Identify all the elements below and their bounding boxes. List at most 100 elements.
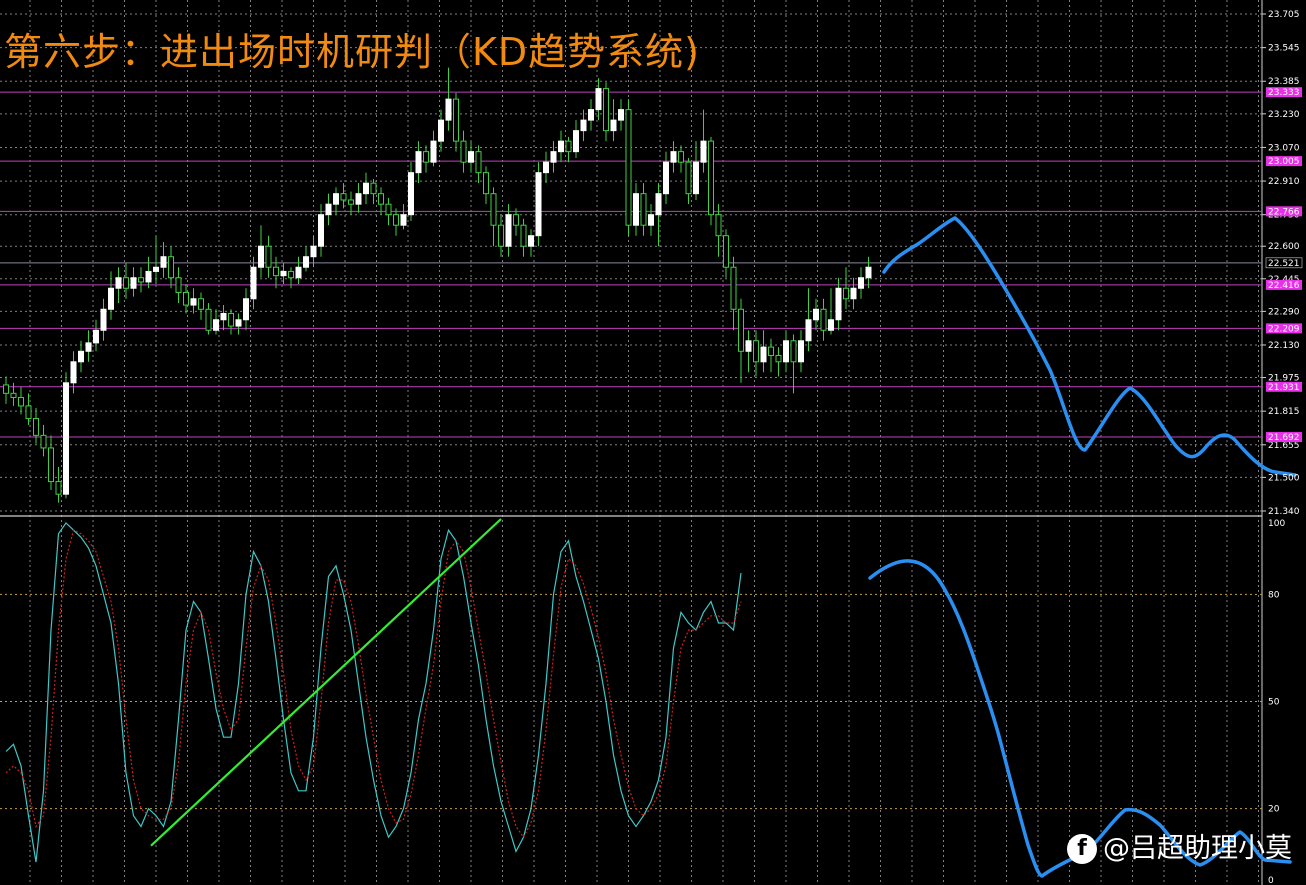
candle-body — [835, 287, 842, 321]
candle-body — [355, 193, 362, 205]
candle-body — [790, 340, 797, 363]
candle-body — [190, 298, 197, 306]
candle-body — [580, 119, 587, 132]
candle-body — [460, 140, 467, 163]
candle-body — [160, 256, 167, 268]
candle-body — [828, 319, 834, 331]
price-tick-label: 23.070 — [1268, 143, 1300, 153]
candle-body — [655, 193, 662, 216]
candle-body — [258, 245, 264, 268]
candle-body — [25, 405, 32, 420]
candle-body — [130, 277, 137, 289]
stochastic-tick-label: 100 — [1268, 519, 1285, 529]
candle-body — [603, 88, 609, 132]
chart-area: 23.705 23.545 23.385 23.230 23.070 22.910 22.7… — [0, 0, 1306, 885]
candle-body — [543, 161, 549, 174]
candle-body — [805, 319, 812, 342]
candle-body — [310, 245, 317, 258]
level-label: 23.005 — [1268, 157, 1300, 167]
candle-body — [753, 340, 759, 363]
candle-body — [93, 329, 99, 344]
candle-body — [768, 346, 774, 356]
candle-body — [3, 384, 9, 394]
candle-body — [678, 151, 684, 163]
stochastic-tick-label: 80 — [1268, 590, 1280, 600]
candle-body — [153, 266, 159, 272]
candle-body — [528, 235, 534, 247]
candle-body — [318, 214, 324, 247]
candle-body — [18, 397, 24, 407]
price-tick-label: 23.705 — [1268, 10, 1300, 20]
candle-body — [745, 340, 752, 352]
candle-body — [250, 266, 257, 300]
candle-body — [520, 224, 527, 247]
facebook-icon: f — [1067, 834, 1097, 864]
candle-body — [640, 193, 647, 226]
price-tick-label: 23.385 — [1268, 77, 1300, 87]
candle-body — [168, 256, 174, 279]
candle-body — [865, 266, 872, 279]
candle-body — [138, 277, 144, 283]
candle-body — [198, 298, 204, 310]
candle-body — [78, 350, 84, 363]
candle-body — [340, 193, 347, 201]
page-title: 第六步：进出场时机研判（KD趋势系统) — [4, 30, 701, 74]
candle-body — [738, 308, 744, 352]
candle-body — [220, 312, 227, 321]
candle-body — [648, 214, 654, 226]
candle-body — [108, 287, 114, 310]
candle-body — [468, 151, 474, 163]
candle-body — [798, 340, 804, 363]
candle-body — [820, 308, 827, 331]
candle-body — [858, 277, 864, 289]
candle-body — [775, 354, 782, 363]
candle-body — [100, 308, 107, 331]
candle-body — [723, 235, 729, 268]
candle-body — [483, 172, 489, 195]
candle-body — [498, 224, 504, 247]
candle-body — [370, 182, 377, 195]
candle-body — [730, 266, 737, 310]
candle-body — [85, 342, 92, 352]
candle-body — [325, 203, 332, 216]
candle-body — [700, 140, 707, 163]
candle-body — [408, 172, 414, 216]
candle-body — [783, 340, 789, 363]
candle-body — [453, 98, 459, 142]
price-tick-label: 23.545 — [1268, 44, 1300, 54]
candle-body — [663, 161, 669, 195]
candle-body — [123, 277, 129, 289]
stochastic-tick-label: 20 — [1268, 805, 1280, 815]
price-tick-label: 22.130 — [1268, 341, 1300, 351]
candle-body — [70, 361, 77, 384]
price-tick-label: 22.290 — [1268, 307, 1300, 317]
candle-body — [625, 109, 632, 226]
candle-body — [273, 266, 279, 277]
candle-body — [363, 182, 369, 195]
candle-body — [243, 298, 249, 321]
candle-body — [378, 193, 384, 205]
candle-body — [348, 199, 354, 205]
candle-body — [333, 193, 339, 205]
candle-body — [445, 98, 452, 121]
price-tick-label: 22.910 — [1268, 177, 1300, 187]
level-label: 21.692 — [1268, 433, 1300, 443]
candle-body — [295, 266, 302, 279]
current-price-label: 22.521 — [1268, 259, 1300, 269]
candle-body — [490, 193, 497, 226]
candle-body — [55, 481, 62, 495]
level-label: 22.209 — [1268, 324, 1300, 334]
candle-body — [588, 109, 594, 121]
candle-body — [438, 119, 444, 142]
candle-body — [513, 214, 519, 226]
candle-body — [535, 172, 542, 237]
candle-body — [33, 418, 39, 436]
candle-body — [400, 214, 407, 226]
level-label: 23.333 — [1268, 88, 1300, 98]
price-tick-label: 22.600 — [1268, 242, 1300, 252]
candle-body — [430, 140, 437, 163]
candle-body — [423, 151, 429, 163]
watermark-text: @吕超助理小莫 — [1103, 833, 1292, 864]
stochastic-tick-label: 0 — [1268, 876, 1274, 885]
candle-body — [558, 140, 564, 153]
